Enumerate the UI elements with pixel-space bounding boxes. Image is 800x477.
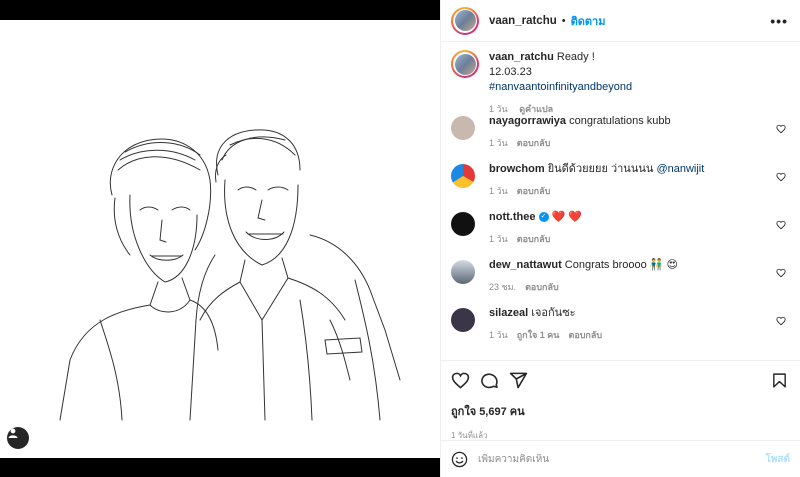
reply-button[interactable]: ตอบกลับ — [517, 234, 551, 244]
post-header: vaan_ratchu • ติดตาม ••• — [441, 0, 800, 42]
line-art-illustration — [59, 129, 401, 421]
commenter-avatar[interactable] — [451, 212, 475, 236]
emoji-icon[interactable] — [451, 451, 468, 468]
comment-like-icon[interactable] — [776, 220, 786, 230]
bookmark-icon[interactable] — [771, 372, 788, 389]
comment-item: browchom ยินดีด้วยยยย ว่านนนน @nanwijit … — [451, 162, 788, 210]
author-avatar[interactable] — [451, 6, 479, 35]
comment-text: ❤️ ❤️ — [551, 211, 583, 223]
commenter-avatar[interactable] — [451, 260, 475, 284]
author-username[interactable]: vaan_ratchu — [489, 15, 557, 27]
comment-text: congratulations kubb — [569, 115, 671, 127]
commenter-avatar[interactable] — [451, 308, 475, 332]
follow-button[interactable]: ติดตาม — [571, 12, 606, 30]
comment-age: 1 วัน — [489, 330, 508, 340]
comment-text: เจอกันซะ — [531, 307, 576, 319]
comment-text: Congrats broooo 👬 😍 — [564, 259, 679, 271]
more-icon[interactable]: ••• — [770, 13, 788, 29]
comment-like-icon[interactable] — [776, 172, 786, 182]
heart-icon[interactable] — [451, 371, 470, 390]
caption: vaan_ratchu Ready ! 12.03.23 #nanvaantoi… — [451, 50, 788, 114]
comment-like-icon[interactable] — [776, 316, 786, 326]
comment-item: silazeal เจอกันซะ 1 วัน ถูกใจ 1 คน ตอบกลับ — [451, 306, 788, 354]
share-icon[interactable] — [509, 371, 528, 390]
post-media — [0, 0, 440, 477]
caption-text: Ready ! — [556, 51, 595, 63]
comment-input[interactable] — [478, 453, 766, 465]
commenter-username[interactable]: silazeal — [489, 307, 528, 319]
commenter-username[interactable]: nayagorrawiya — [489, 115, 566, 127]
separator-dot: • — [561, 14, 566, 27]
comment-item: nayagorrawiya congratulations kubb 1 วัน… — [451, 114, 788, 162]
comment-age: 23 ชม. — [489, 282, 517, 292]
commenter-username[interactable]: dew_nattawut — [489, 259, 562, 271]
user-icon — [8, 428, 18, 438]
verified-badge-icon: ✓ — [538, 212, 549, 223]
reply-button[interactable]: ตอบกลับ — [517, 138, 551, 148]
comments-list[interactable]: vaan_ratchu Ready ! 12.03.23 #nanvaantoi… — [441, 42, 800, 360]
reply-button[interactable]: ตอบกลับ — [525, 282, 559, 292]
commenter-username[interactable]: browchom — [489, 163, 545, 175]
caption-username[interactable]: vaan_ratchu — [489, 51, 554, 63]
comment-text: ยินดีด้วยยยย ว่านนนน — [547, 163, 657, 175]
post-comment-button[interactable]: โพสต์ — [765, 452, 790, 467]
caption-avatar[interactable] — [451, 50, 479, 78]
caption-age: 1 วัน — [489, 104, 508, 114]
caption-line2: 12.03.23 — [489, 66, 532, 78]
reply-button[interactable]: ตอบกลับ — [517, 186, 551, 196]
translate-button[interactable]: ดูคำแปล — [519, 104, 553, 114]
commenter-avatar[interactable] — [451, 164, 475, 188]
add-comment-bar: โพสต์ — [441, 440, 800, 477]
comment-likes-button[interactable]: ถูกใจ 1 คน — [517, 330, 560, 340]
comment-age: 1 วัน — [489, 138, 508, 148]
likes-count[interactable]: ถูกใจ 5,697 คน — [451, 402, 788, 420]
post-dialog: vaan_ratchu • ติดตาม ••• vaan_ratchu Rea… — [0, 0, 800, 477]
comment-item: dew_nattawut Congrats broooo 👬 😍 23 ชม. ต… — [451, 258, 788, 306]
comment-icon[interactable] — [480, 371, 499, 390]
post-side-panel: vaan_ratchu • ติดตาม ••• vaan_ratchu Rea… — [440, 0, 800, 477]
commenter-username[interactable]: nott.thee — [489, 211, 535, 223]
post-image[interactable] — [0, 20, 440, 458]
comment-item: nott.thee ✓ ❤️ ❤️ 1 วัน ตอบกลับ — [451, 210, 788, 258]
comment-age: 1 วัน — [489, 234, 508, 244]
comment-like-icon[interactable] — [776, 124, 786, 134]
commenter-avatar[interactable] — [451, 116, 475, 140]
tagged-users-button[interactable] — [7, 427, 29, 449]
reply-button[interactable]: ตอบกลับ — [568, 330, 602, 340]
caption-hashtag[interactable]: #nanvaantoinfinityandbeyond — [489, 81, 632, 93]
comment-mention[interactable]: @nanwijit — [656, 163, 704, 175]
post-actions: ถูกใจ 5,697 คน 1 วันที่แล้ว — [441, 360, 800, 440]
comment-like-icon[interactable] — [776, 268, 786, 278]
comment-age: 1 วัน — [489, 186, 508, 196]
